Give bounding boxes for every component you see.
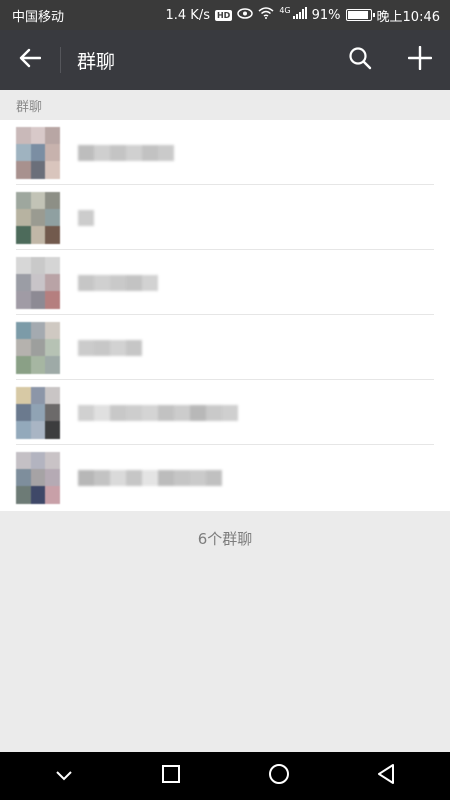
group-list-item[interactable] (0, 185, 450, 250)
group-list (0, 120, 450, 511)
group-avatar (16, 451, 60, 504)
network-speed: 1.4 K/s (165, 7, 210, 23)
square-icon (161, 764, 181, 788)
group-list-item[interactable] (0, 445, 450, 510)
status-bar: 中国移动 1.4 K/s HD 4G 91% 晚上10:46 (0, 0, 450, 30)
search-icon (348, 46, 372, 74)
app-bar-divider (60, 47, 61, 73)
group-avatar (16, 126, 60, 179)
network-type: 4G (279, 5, 291, 15)
group-avatar (16, 321, 60, 374)
hd-badge: HD (214, 9, 233, 21)
add-button[interactable] (390, 30, 450, 90)
carrier-label: 中国移动 (12, 9, 65, 25)
triangle-back-icon (376, 763, 396, 789)
chevron-down-icon (55, 767, 73, 786)
back-button[interactable] (0, 30, 60, 90)
page-title: 群聊 (77, 50, 116, 73)
clock: 晚上10:46 (376, 9, 440, 25)
system-nav-bar (0, 752, 450, 800)
home-button[interactable] (254, 752, 304, 800)
group-avatar (16, 256, 60, 309)
plus-icon (407, 45, 433, 74)
app-bar: 群聊 (0, 30, 450, 90)
nav-back-button[interactable] (361, 752, 411, 800)
group-name-blurred (78, 144, 174, 161)
group-avatar (16, 191, 60, 244)
battery-percent: 91% (311, 7, 341, 23)
battery-icon (345, 9, 375, 21)
group-list-item[interactable] (0, 120, 450, 185)
group-avatar (16, 386, 60, 439)
search-button[interactable] (330, 30, 390, 90)
group-name-blurred (78, 469, 222, 486)
arrow-left-icon (19, 48, 42, 72)
section-header: 群聊 (0, 90, 450, 120)
collapse-button[interactable] (39, 752, 89, 800)
group-count: 6个群聊 (197, 530, 253, 548)
status-indicators: 1.4 K/s HD 4G 91% 晚上10:46 (166, 6, 441, 25)
group-list-item[interactable] (0, 250, 450, 315)
group-list-item[interactable] (0, 315, 450, 380)
group-name-blurred (78, 209, 94, 226)
wifi-icon (258, 7, 274, 23)
group-name-blurred (78, 339, 142, 356)
eye-icon (237, 7, 254, 23)
signal-icon (292, 7, 307, 23)
group-name-blurred (78, 274, 158, 291)
group-list-item[interactable] (0, 380, 450, 445)
circle-icon (268, 763, 290, 789)
group-name-blurred (78, 404, 238, 421)
recents-button[interactable] (146, 752, 196, 800)
